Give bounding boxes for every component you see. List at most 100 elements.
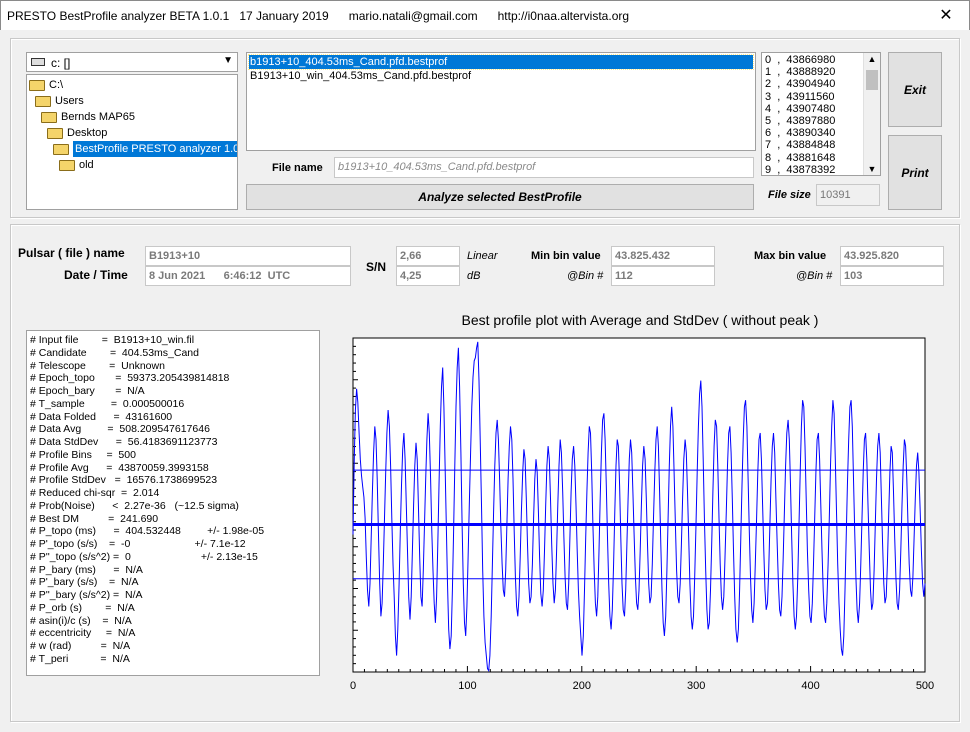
info-line: # Data Avg = 508.209547617646 xyxy=(30,423,210,436)
bin-value-item[interactable]: 0 , 43866980 xyxy=(765,54,835,66)
info-line: # Epoch_bary = N/A xyxy=(30,385,145,397)
info-line: # Candidate = 404.53ms_Cand xyxy=(30,346,199,359)
max-bin-field: 43.925.820 xyxy=(840,246,944,266)
bin-value-item[interactable]: 4 , 43907480 xyxy=(765,103,835,115)
info-line: # T_peri = N/A xyxy=(30,652,130,665)
file-item[interactable]: b1913+10_404.53ms_Cand.pfd.bestprof xyxy=(248,54,754,70)
info-line: # P_orb (s) = N/A xyxy=(30,601,135,614)
info-line: # asin(i)/c (s) = N/A xyxy=(30,614,132,627)
bin-value-item[interactable]: 3 , 43911560 xyxy=(765,91,835,103)
folder-icon xyxy=(35,96,51,107)
scroll-thumb[interactable] xyxy=(866,70,878,90)
file-list[interactable]: b1913+10_404.53ms_Cand.pfd.bestprof B1913… xyxy=(246,52,756,151)
max-bin-index-value: 103 xyxy=(844,270,863,282)
file-name-value: b1913+10_404.53ms_Cand.pfd.bestprof xyxy=(338,161,536,173)
directory-label: BestProfile PRESTO analyzer 1.0.1.e xyxy=(73,141,237,157)
scroll-up-icon[interactable]: ▲ xyxy=(864,54,880,64)
x-tick-label: 300 xyxy=(687,680,705,692)
bin-value-item[interactable]: 8 , 43881648 xyxy=(765,152,835,164)
min-bin-index-value: 112 xyxy=(615,270,633,282)
bin-value-item[interactable]: 1 , 43888920 xyxy=(765,66,835,78)
file-name-label: File name xyxy=(272,162,323,174)
info-line: # w (rad) = N/A xyxy=(30,640,131,652)
window-title: PRESTO BestProfile analyzer BETA 1.0.1 1… xyxy=(7,9,630,23)
folder-icon xyxy=(41,112,57,123)
date-time-label: Date / Time xyxy=(64,268,128,282)
info-line: # Input file = B1913+10_win.fil xyxy=(30,334,195,346)
profile-chart: 0 100 200 300 400 500 xyxy=(350,337,934,692)
bin-value-item[interactable]: 7 , 43884848 xyxy=(765,139,835,151)
min-bin-index-label: @Bin # xyxy=(567,270,604,282)
info-line: # P_topo (ms) = 404.532448 +/- 1.98e-05 xyxy=(30,525,265,538)
sn-linear-field: 2,66 xyxy=(396,246,460,266)
date-time-value: 8 Jun 2021 6:46:12 UTC xyxy=(149,270,291,282)
scrollbar[interactable]: ▲ ▼ xyxy=(863,53,880,175)
info-line: # Profile Bins = 500 xyxy=(30,448,136,461)
directory-label: old xyxy=(79,159,94,171)
directory-label: Desktop xyxy=(67,127,108,139)
min-bin-index-field: 112 xyxy=(611,266,715,286)
info-line: # Reduced chi-sqr = 2.014 xyxy=(30,487,160,499)
info-line: # P'_topo (s/s) = -0 +/- 7.1e-12 xyxy=(30,538,246,550)
sn-db-value: 4,25 xyxy=(400,270,422,282)
info-line: # Best DM = 241.690 xyxy=(30,512,159,525)
profile-info-box: # Input file = B1913+10_win.fil # Candida… xyxy=(26,330,320,676)
info-line: # P''_topo (s/s^2) = 0 +/- 2.13e-15 xyxy=(30,550,258,563)
drive-select[interactable]: c: [] ▼ xyxy=(26,52,238,72)
sn-db-label: dB xyxy=(467,270,481,282)
bin-values-list[interactable]: ▲ ▼ 0 , 43866980 1 , 43888920 2 , 43904940… xyxy=(761,52,881,176)
scroll-down-icon[interactable]: ▼ xyxy=(864,164,880,174)
bin-value-item[interactable]: 5 , 43897880 xyxy=(765,115,835,127)
file-item[interactable]: B1913+10_win_404.53ms_Cand.pfd.bestprof xyxy=(249,69,753,83)
file-size-label: File size xyxy=(768,189,811,201)
sn-linear-value: 2,66 xyxy=(400,250,422,262)
min-bin-field: 43.825.432 xyxy=(611,246,715,266)
date-time-field: 8 Jun 2021 6:46:12 UTC xyxy=(145,266,351,286)
drive-icon xyxy=(31,58,45,66)
bin-value-item[interactable]: 9 , 43878392 xyxy=(765,164,835,175)
info-line: # Profile Avg = 43870059.3993158 xyxy=(30,461,209,474)
directory-label: Bernds MAP65 xyxy=(61,111,135,123)
max-bin-index-label: @Bin # xyxy=(796,270,833,282)
folder-icon xyxy=(47,128,63,139)
max-bin-label: Max bin value xyxy=(754,250,827,262)
directory-label: Users xyxy=(55,95,84,107)
max-bin-index-field: 103 xyxy=(840,266,944,286)
x-tick-label: 100 xyxy=(458,680,476,692)
pulsar-name-label: Pulsar ( file ) name xyxy=(18,246,125,260)
file-size-value: 10391 xyxy=(820,189,851,201)
info-line: # Profile StdDev = 16576.1738699523 xyxy=(30,474,218,487)
pulsar-name-field: B1913+10 xyxy=(145,246,351,266)
analyze-button[interactable]: Analyze selected BestProfile xyxy=(246,184,754,210)
close-button[interactable]: ✕ xyxy=(921,1,970,31)
pulsar-name-value: B1913+10 xyxy=(149,250,201,262)
min-bin-label: Min bin value xyxy=(531,250,601,262)
file-size-field: 10391 xyxy=(816,184,880,206)
info-line: # Telescope = Unknown xyxy=(30,359,165,372)
x-tick-label: 0 xyxy=(350,680,356,692)
title-bar: PRESTO BestProfile analyzer BETA 1.0.1 1… xyxy=(0,0,970,30)
sn-linear-label: Linear xyxy=(467,250,498,262)
chevron-down-icon[interactable]: ▼ xyxy=(223,55,233,66)
info-line: # P''_bary (s/s^2) = N/A xyxy=(30,589,143,601)
info-line: # T_sample = 0.000500016 xyxy=(30,397,185,410)
print-button[interactable]: Print xyxy=(888,135,942,210)
info-line: # P'_bary (s/s) = N/A xyxy=(30,576,139,589)
file-name-field[interactable]: b1913+10_404.53ms_Cand.pfd.bestprof xyxy=(334,157,754,178)
info-line: # Data Folded = 43161600 xyxy=(30,410,173,423)
x-tick-label: 500 xyxy=(916,680,934,692)
info-line: # P_bary (ms) = N/A xyxy=(30,563,143,576)
info-line: # eccentricity = N/A xyxy=(30,627,136,640)
folder-icon xyxy=(53,144,69,155)
x-tick-label: 200 xyxy=(573,680,591,692)
directory-label: C:\ xyxy=(49,79,64,91)
bin-value-item[interactable]: 6 , 43890340 xyxy=(765,127,835,139)
max-bin-value: 43.925.820 xyxy=(844,250,900,262)
drive-label: c: [] xyxy=(51,56,71,70)
sn-label: S/N xyxy=(366,260,387,274)
bin-value-item[interactable]: 2 , 43904940 xyxy=(765,78,835,90)
min-bin-value: 43.825.432 xyxy=(615,250,671,262)
directory-list[interactable]: C:\ Users Bernds MAP65 Desktop BestProfile P… xyxy=(26,74,238,210)
exit-button[interactable]: Exit xyxy=(888,52,942,127)
info-line: # Epoch_topo = 59373.205439814818 xyxy=(30,372,230,385)
